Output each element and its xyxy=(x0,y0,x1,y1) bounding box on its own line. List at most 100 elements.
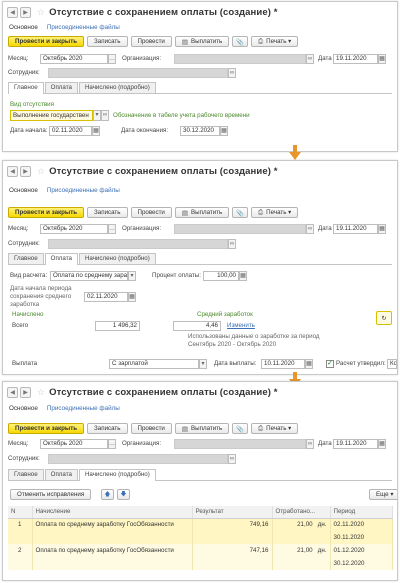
chevron-down-icon[interactable]: ▾ xyxy=(93,110,101,121)
arrow-left-icon[interactable]: ◀ xyxy=(7,6,18,18)
absence-type-field[interactable]: Выполнение государствен xyxy=(10,110,93,121)
month-field[interactable]: Октябрь 2020 xyxy=(40,54,108,64)
post-button[interactable]: Провести xyxy=(130,36,172,47)
payout-date-field[interactable]: 10.11.2020 xyxy=(261,359,305,369)
table-row[interactable]: 1 Оплата по среднему заработку ГосОбязан… xyxy=(8,518,393,531)
link-icon[interactable]: ∞ xyxy=(306,54,314,64)
arrow-right-icon[interactable]: ▶ xyxy=(20,6,31,18)
arrow-right-icon[interactable]: ▶ xyxy=(20,386,31,398)
calendar-icon[interactable]: ▦ xyxy=(378,439,386,449)
print-button[interactable]: ⎙ Печать ▾ xyxy=(250,36,299,47)
attach-button[interactable]: 📎 xyxy=(232,36,248,47)
calendar-icon[interactable]: ▦ xyxy=(305,359,313,369)
payout-field[interactable]: С зарплатой xyxy=(109,359,199,369)
col-worked[interactable]: Отработано... xyxy=(272,506,331,519)
employee-field[interactable] xyxy=(48,68,228,78)
pay-button[interactable]: ▤ Выплатить xyxy=(174,36,230,47)
nav-main[interactable]: Основное xyxy=(9,405,38,412)
table-row[interactable]: 2 Оплата по среднему заработку ГосОбязан… xyxy=(8,544,393,557)
calendar-icon[interactable]: ▦ xyxy=(220,126,228,136)
print-button[interactable]: ⎙ Печать ▾ xyxy=(250,423,299,434)
link-icon[interactable]: ∞ xyxy=(228,454,236,464)
post-button[interactable]: Провести xyxy=(130,423,172,434)
col-accrual[interactable]: Начисление xyxy=(32,506,193,519)
post-and-close-button[interactable]: Провести и закрыть xyxy=(8,207,85,218)
month-field[interactable]: Октябрь 2020 xyxy=(40,439,108,449)
organization-field[interactable] xyxy=(174,54,306,64)
post-and-close-button[interactable]: Провести и закрыть xyxy=(8,36,85,47)
tab-payment[interactable]: Оплата xyxy=(44,82,78,93)
star-icon[interactable]: ☆ xyxy=(37,387,45,398)
nav-attached-files[interactable]: Присоединенные файлы xyxy=(47,405,120,412)
approved-field[interactable]: Ко xyxy=(387,359,397,369)
arrow-left-icon[interactable]: ◀ xyxy=(7,386,18,398)
organization-field[interactable] xyxy=(174,224,306,234)
calendar-icon[interactable]: ▦ xyxy=(92,126,100,136)
chevron-down-icon[interactable]: ▾ xyxy=(128,271,136,281)
employee-field[interactable] xyxy=(48,454,228,464)
col-n[interactable]: N xyxy=(8,506,33,519)
link-icon[interactable]: ∞ xyxy=(228,239,236,249)
arrow-right-icon[interactable]: ▶ xyxy=(20,165,31,177)
link-icon[interactable]: ∞ xyxy=(306,224,314,234)
nav-main[interactable]: Основное xyxy=(9,24,38,31)
month-field[interactable]: Октябрь 2020 xyxy=(40,224,108,234)
date-field[interactable]: 19.11.2020 xyxy=(333,439,378,449)
end-date-field[interactable]: 30.12.2020 xyxy=(180,126,220,136)
calculator-icon[interactable]: ▦ xyxy=(239,271,247,281)
tab-main[interactable]: Главное xyxy=(8,253,44,264)
organization-field[interactable] xyxy=(174,439,306,449)
tab-payment[interactable]: Оплата xyxy=(44,253,78,265)
link-icon[interactable]: ∞ xyxy=(101,110,109,121)
date-field[interactable]: 19.11.2020 xyxy=(333,54,378,64)
pay-button[interactable]: ▤ Выплатить xyxy=(174,423,230,434)
ellipsis-icon[interactable]: … xyxy=(108,224,116,234)
attach-button[interactable]: 📎 xyxy=(232,423,248,434)
calendar-icon[interactable]: ▦ xyxy=(378,54,386,64)
pay-percent-field[interactable]: 100,00 xyxy=(203,271,239,281)
nav-main[interactable]: Основное xyxy=(9,187,38,194)
start-date-field[interactable]: 02.11.2020 xyxy=(49,126,92,136)
post-and-close-button[interactable]: Провести и закрыть xyxy=(8,423,85,434)
nav-attached-files[interactable]: Присоединенные файлы xyxy=(47,24,120,31)
chevron-down-icon[interactable]: ▾ xyxy=(199,359,207,369)
avg-period-field[interactable]: 02.11.2020 xyxy=(84,292,128,302)
col-period[interactable]: Период xyxy=(330,506,393,519)
star-icon[interactable]: ☆ xyxy=(37,166,45,177)
table-row-continuation[interactable]: 30.12.2020 xyxy=(8,557,393,570)
print-button[interactable]: ⎙ Печать ▾ xyxy=(250,207,299,218)
tab-accrued-detailed[interactable]: Начислено (подробно) xyxy=(78,82,156,93)
nav-attached-files[interactable]: Присоединенные файлы xyxy=(47,187,120,194)
post-button[interactable]: Провести xyxy=(130,207,172,218)
approved-checkbox[interactable]: ✓ xyxy=(326,360,334,368)
star-icon[interactable]: ☆ xyxy=(37,7,45,18)
move-down-button[interactable]: 🡇 xyxy=(117,489,130,500)
tab-accrued-detailed[interactable]: Начислено (подробно) xyxy=(78,469,156,481)
cancel-fixes-button[interactable]: Отменить исправления xyxy=(10,489,92,500)
pay-button[interactable]: ▤ Выплатить xyxy=(174,207,230,218)
write-button[interactable]: Записать xyxy=(87,423,128,434)
refresh-button[interactable]: ↻ xyxy=(376,311,392,325)
tab-accrued-detailed[interactable]: Начислено (подробно) xyxy=(78,253,156,264)
employee-field[interactable] xyxy=(48,239,228,249)
write-button[interactable]: Записать xyxy=(87,36,128,47)
ellipsis-icon[interactable]: … xyxy=(108,439,116,449)
move-up-button[interactable]: 🡅 xyxy=(101,489,114,500)
attach-button[interactable]: 📎 xyxy=(232,207,248,218)
change-link[interactable]: Изменить xyxy=(227,321,255,331)
ellipsis-icon[interactable]: … xyxy=(108,54,116,64)
write-button[interactable]: Записать xyxy=(87,207,128,218)
calendar-icon[interactable]: ▦ xyxy=(378,224,386,234)
link-icon[interactable]: ∞ xyxy=(228,68,236,78)
link-icon[interactable]: ∞ xyxy=(306,439,314,449)
tab-main[interactable]: Главное xyxy=(8,469,44,480)
calendar-icon[interactable]: ▦ xyxy=(128,292,136,302)
arrow-left-icon[interactable]: ◀ xyxy=(7,165,18,177)
tab-main[interactable]: Главное xyxy=(8,82,44,94)
date-field[interactable]: 19.11.2020 xyxy=(333,224,378,234)
tab-payment[interactable]: Оплата xyxy=(44,469,78,480)
col-result[interactable]: Результат xyxy=(192,506,273,519)
calc-type-field[interactable]: Оплата по среднему зара xyxy=(50,271,128,281)
more-button[interactable]: Еще ▾ xyxy=(369,489,397,500)
table-row-continuation[interactable]: 30.11.2020 xyxy=(8,531,393,544)
